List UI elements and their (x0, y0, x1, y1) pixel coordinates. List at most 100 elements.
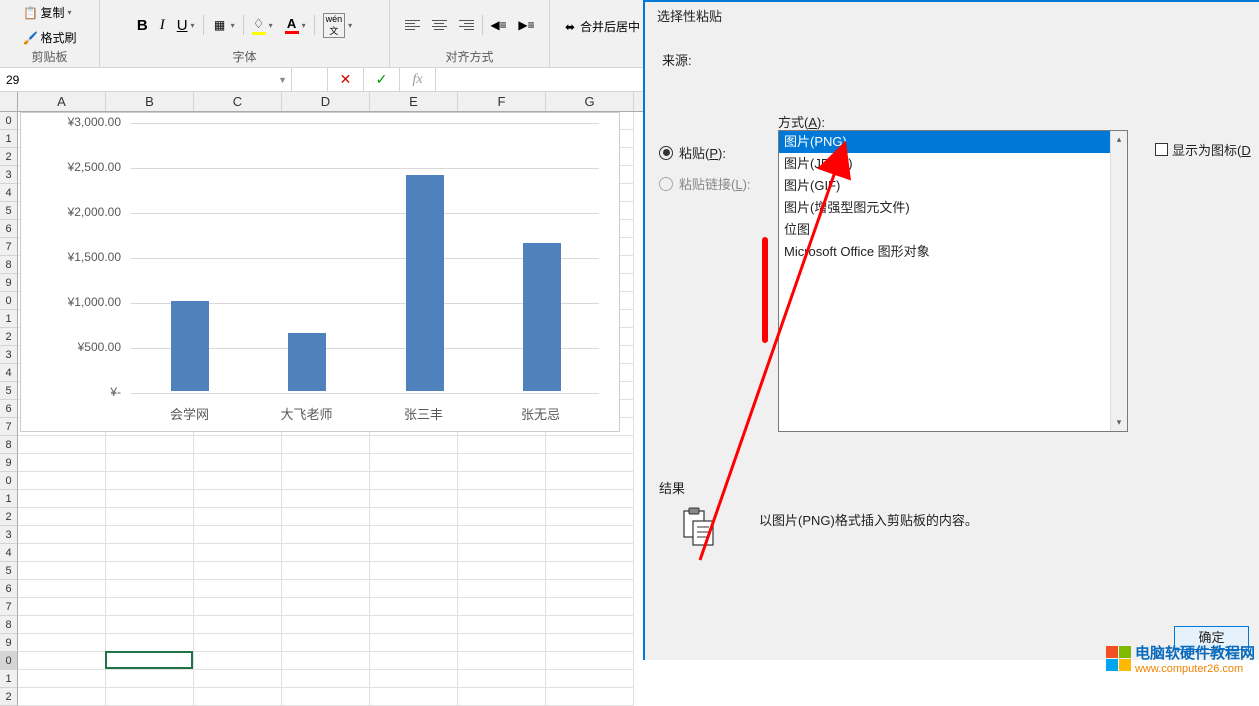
cell[interactable] (194, 472, 282, 490)
cell[interactable] (282, 490, 370, 508)
cell[interactable] (282, 616, 370, 634)
cell[interactable] (106, 490, 194, 508)
row-header[interactable]: 2 (0, 328, 18, 346)
cell[interactable] (18, 688, 106, 706)
bold-button[interactable]: B (133, 15, 152, 36)
cell[interactable] (18, 436, 106, 454)
cell[interactable] (458, 616, 546, 634)
cell[interactable] (458, 526, 546, 544)
cell[interactable] (458, 490, 546, 508)
confirm-button[interactable]: ✓ (364, 68, 400, 91)
cell[interactable] (370, 562, 458, 580)
cell[interactable] (194, 580, 282, 598)
cell[interactable] (282, 454, 370, 472)
cell[interactable] (458, 562, 546, 580)
listbox-option[interactable]: 图片(PNG) (779, 131, 1127, 153)
cell[interactable] (546, 472, 634, 490)
cell[interactable] (282, 436, 370, 454)
cell[interactable] (106, 472, 194, 490)
cell[interactable] (458, 472, 546, 490)
cell[interactable] (106, 454, 194, 472)
fx-button[interactable]: fx (400, 68, 436, 91)
fill-color-button[interactable]: ♢ ▾ (248, 14, 277, 37)
cell[interactable] (18, 454, 106, 472)
select-all-corner[interactable] (0, 92, 18, 112)
cell[interactable] (194, 490, 282, 508)
cell[interactable] (18, 616, 106, 634)
cell[interactable] (546, 454, 634, 472)
paste-radio[interactable]: 粘贴(P): (659, 143, 751, 162)
align-right-button[interactable] (455, 17, 478, 34)
underline-button[interactable]: U▾ (173, 15, 199, 36)
row-header[interactable]: 9 (0, 454, 18, 472)
cell[interactable] (106, 562, 194, 580)
cell[interactable] (370, 490, 458, 508)
cell[interactable] (458, 436, 546, 454)
cell[interactable] (106, 634, 194, 652)
cell[interactable] (194, 454, 282, 472)
cell[interactable] (458, 508, 546, 526)
row-header[interactable]: 4 (0, 544, 18, 562)
merge-center-button[interactable]: ⬌ 合并后居中 (558, 16, 644, 37)
cell[interactable] (546, 580, 634, 598)
row-header[interactable]: 7 (0, 418, 18, 436)
cell[interactable] (458, 670, 546, 688)
cell[interactable] (458, 652, 546, 670)
cell[interactable] (458, 598, 546, 616)
cell[interactable] (18, 580, 106, 598)
cell[interactable] (106, 526, 194, 544)
row-header[interactable]: 8 (0, 256, 18, 274)
name-box[interactable]: 29 ▼ (0, 68, 292, 91)
cell[interactable] (194, 544, 282, 562)
row-header[interactable]: 3 (0, 526, 18, 544)
cell[interactable] (194, 436, 282, 454)
cell[interactable] (282, 526, 370, 544)
column-header[interactable]: C (194, 92, 282, 111)
cell[interactable] (370, 580, 458, 598)
row-header[interactable]: 2 (0, 148, 18, 166)
cell[interactable] (370, 634, 458, 652)
cell[interactable] (546, 544, 634, 562)
cell[interactable] (194, 616, 282, 634)
cell[interactable] (18, 472, 106, 490)
cell[interactable] (546, 436, 634, 454)
cell[interactable] (458, 580, 546, 598)
phonetic-button[interactable]: wén文 ▾ (319, 11, 357, 40)
column-header[interactable]: E (370, 92, 458, 111)
column-header[interactable]: G (546, 92, 634, 111)
cell[interactable] (18, 598, 106, 616)
row-header[interactable]: 8 (0, 436, 18, 454)
row-header[interactable]: 0 (0, 472, 18, 490)
decrease-indent-button[interactable]: ◀≡ (487, 15, 511, 35)
row-header[interactable]: 3 (0, 166, 18, 184)
cell[interactable] (106, 688, 194, 706)
cell[interactable] (546, 634, 634, 652)
cell[interactable] (546, 688, 634, 706)
cell[interactable] (194, 670, 282, 688)
paste-button[interactable]: 📋 复制 ▾ (18, 2, 75, 23)
cell[interactable] (106, 670, 194, 688)
row-header[interactable]: 1 (0, 130, 18, 148)
cell[interactable] (370, 526, 458, 544)
cell[interactable] (370, 508, 458, 526)
row-header[interactable]: 5 (0, 562, 18, 580)
italic-button[interactable]: I (156, 15, 169, 36)
cell[interactable] (370, 598, 458, 616)
cell[interactable] (458, 544, 546, 562)
cell[interactable] (370, 616, 458, 634)
cell[interactable] (18, 526, 106, 544)
cell[interactable] (18, 544, 106, 562)
cell[interactable] (546, 598, 634, 616)
row-header[interactable]: 5 (0, 202, 18, 220)
row-header[interactable]: 2 (0, 688, 18, 706)
cell[interactable] (18, 670, 106, 688)
cell[interactable] (282, 508, 370, 526)
row-header[interactable]: 0 (0, 112, 18, 130)
row-header[interactable]: 0 (0, 652, 18, 670)
listbox-option[interactable]: 图片(增强型图元文件) (779, 197, 1127, 219)
cell[interactable] (194, 652, 282, 670)
cell[interactable] (18, 508, 106, 526)
cell[interactable] (370, 652, 458, 670)
border-button[interactable]: ▦▾ (208, 15, 239, 35)
cell[interactable] (546, 508, 634, 526)
